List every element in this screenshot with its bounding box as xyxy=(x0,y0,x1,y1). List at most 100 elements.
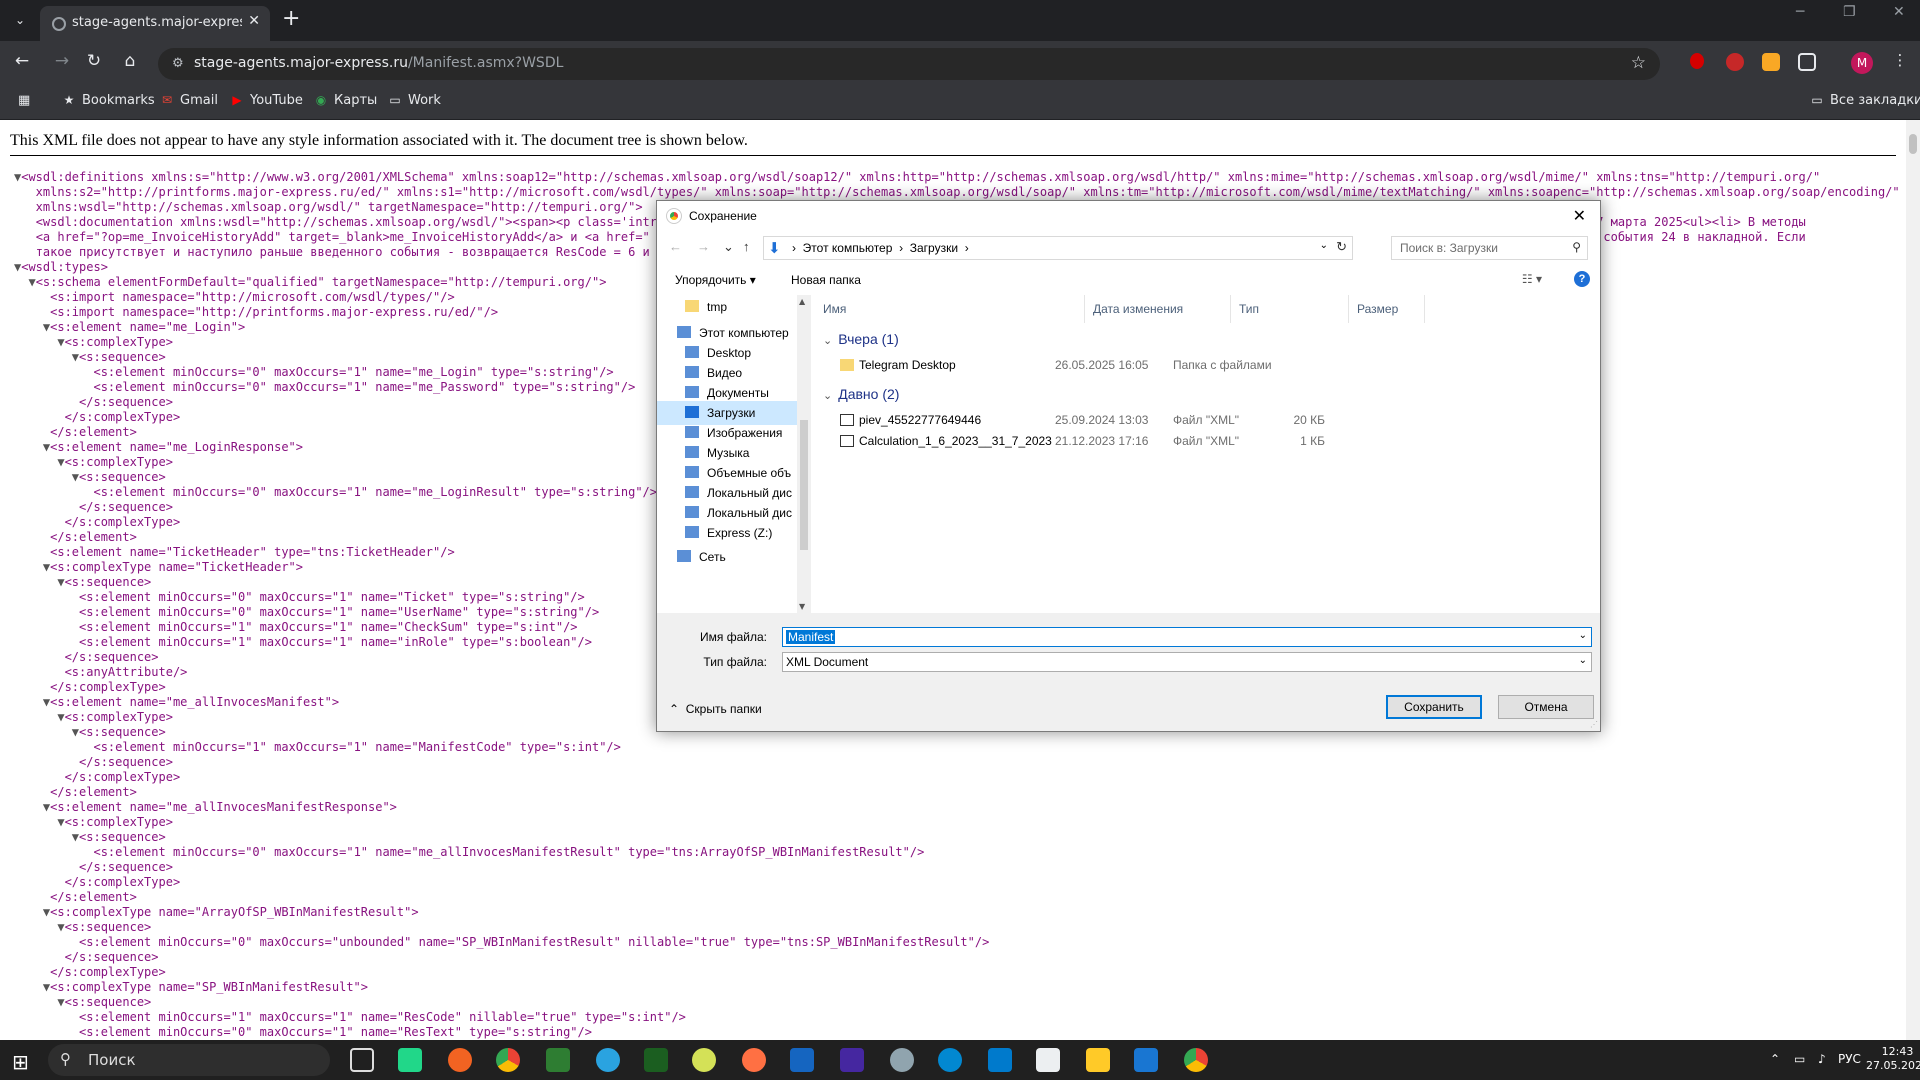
collapse-toggle-icon[interactable]: ▼ xyxy=(14,815,64,829)
telegram-icon[interactable] xyxy=(596,1048,620,1072)
forward-icon[interactable]: → xyxy=(50,51,74,71)
dialog-search-input[interactable]: Поиск в: Загрузки ⚲ xyxy=(1391,236,1588,260)
minimize-icon[interactable]: ─ xyxy=(1796,4,1804,20)
collapse-toggle-icon[interactable]: ▼ xyxy=(14,575,64,589)
collapse-toggle-icon[interactable]: ▼ xyxy=(14,800,50,814)
bookmark-bookmarks[interactable]: ★ Bookmarks xyxy=(62,93,155,108)
collapse-toggle-icon[interactable]: ▼ xyxy=(14,470,79,484)
page-scrollbar[interactable] xyxy=(1906,120,1920,1040)
apps-grid-icon[interactable]: ▦ xyxy=(18,93,30,108)
file-row[interactable]: Telegram Desktop 26.05.2025 16:05 Папка с … xyxy=(815,355,1600,375)
app-window-icon[interactable] xyxy=(1134,1048,1158,1072)
group-chevron-icon[interactable]: ⌄ xyxy=(823,335,832,347)
notepadpp-icon[interactable] xyxy=(546,1048,570,1072)
collapse-toggle-icon[interactable]: ▼ xyxy=(14,830,79,844)
chrome-2-icon[interactable] xyxy=(1184,1048,1208,1072)
collapse-toggle-icon[interactable]: ▼ xyxy=(14,560,50,574)
restore-icon[interactable]: ❐ xyxy=(1843,4,1856,20)
bookmark-youtube[interactable]: ▶ YouTube xyxy=(230,93,303,108)
filename-input[interactable]: Manifest ⌄ xyxy=(782,627,1592,647)
file-row[interactable]: Calculation_1_6_2023__31_7_2023 21.12.202… xyxy=(815,431,1600,451)
address-bar[interactable]: ⚙ stage-agents.major-express.ru/Manifest… xyxy=(158,48,1660,80)
taskbar-clock[interactable]: 12:4327.05.2025 xyxy=(1866,1045,1920,1073)
collapse-toggle-icon[interactable]: ▼ xyxy=(14,455,64,469)
new-tab-button[interactable]: + xyxy=(282,6,300,32)
column-size[interactable]: Размер xyxy=(1349,295,1425,323)
network-tray-icon[interactable]: ▭ xyxy=(1794,1052,1805,1066)
app-yellow-icon[interactable] xyxy=(692,1048,716,1072)
pycharm-icon[interactable] xyxy=(398,1048,422,1072)
bookmark-maps[interactable]: ◉ Карты xyxy=(314,93,378,108)
dp-app-icon[interactable] xyxy=(840,1048,864,1072)
collapse-toggle-icon[interactable]: ▼ xyxy=(14,320,50,334)
breadcrumb-downloads[interactable]: Загрузки xyxy=(910,241,958,255)
save-button[interactable]: Сохранить xyxy=(1386,695,1482,719)
adblock-icon[interactable] xyxy=(1726,53,1744,71)
nav-item[interactable]: Сеть xyxy=(657,545,797,569)
breadcrumb-dropdown-icon[interactable]: ⌄ xyxy=(1320,240,1328,251)
back-icon[interactable]: ← xyxy=(10,51,34,71)
column-type[interactable]: Тип xyxy=(1231,295,1349,323)
scroll-thumb[interactable] xyxy=(1909,134,1917,154)
collapse-toggle-icon[interactable]: ▼ xyxy=(14,440,50,454)
extension-yellow-icon[interactable] xyxy=(1762,53,1780,71)
group-chevron-icon[interactable]: ⌄ xyxy=(823,390,832,402)
dialog-titlebar[interactable]: Сохранение ✕ xyxy=(657,201,1600,231)
refresh-icon[interactable]: ↻ xyxy=(1336,239,1347,255)
file-group-header[interactable]: ⌄ Вчера (1) xyxy=(823,331,899,347)
postman-icon[interactable] xyxy=(448,1048,472,1072)
dialog-close-icon[interactable]: ✕ xyxy=(1573,206,1586,226)
collapse-toggle-icon[interactable]: ▼ xyxy=(14,695,50,709)
github-icon[interactable] xyxy=(890,1048,914,1072)
vscode-icon[interactable] xyxy=(988,1048,1012,1072)
collapse-toggle-icon[interactable]: ▼ xyxy=(14,275,35,289)
collapse-toggle-icon[interactable]: ▼ xyxy=(14,995,64,1009)
snipping-icon[interactable] xyxy=(644,1048,668,1072)
tab-active[interactable]: stage-agents.major-express.ru/ ✕ xyxy=(40,6,270,41)
bookmark-star-icon[interactable]: ☆ xyxy=(1631,53,1646,73)
tray-chevron-icon[interactable]: ⌃ xyxy=(1770,1052,1780,1066)
collapse-toggle-icon[interactable]: ▼ xyxy=(14,920,64,934)
home-icon[interactable]: ⌂ xyxy=(118,51,142,71)
store-icon[interactable] xyxy=(790,1048,814,1072)
scroll-up-icon[interactable]: ▲ xyxy=(799,297,805,306)
collapse-toggle-icon[interactable]: ▼ xyxy=(14,710,64,724)
dialog-recent-chevron-icon[interactable]: ⌄ xyxy=(723,239,734,255)
app-blue-icon[interactable] xyxy=(938,1048,962,1072)
sticky-icon[interactable] xyxy=(1086,1048,1110,1072)
windows-start-icon[interactable]: ⊞ xyxy=(12,1050,29,1074)
chrome-taskbar-icon[interactable] xyxy=(496,1048,520,1072)
window-close-icon[interactable]: ✕ xyxy=(1893,4,1905,20)
extension-red-icon[interactable] xyxy=(1690,53,1704,69)
column-name[interactable]: Имя xyxy=(815,295,1085,323)
resize-grip-icon[interactable]: ⋰ xyxy=(1590,720,1598,729)
volume-icon[interactable]: ♪ xyxy=(1818,1052,1826,1066)
hide-folders-button[interactable]: ⌃ Скрыть папки xyxy=(669,702,762,716)
filetype-select[interactable]: XML Document ⌄ xyxy=(782,652,1592,672)
notepad-icon[interactable] xyxy=(1036,1048,1060,1072)
organize-button[interactable]: Упорядочить ▾ xyxy=(675,273,756,287)
new-folder-button[interactable]: Новая папка xyxy=(791,273,861,287)
nav-item[interactable]: Express (Z:) xyxy=(657,521,797,545)
profile-avatar[interactable]: M xyxy=(1851,52,1873,74)
extensions-puzzle-icon[interactable] xyxy=(1798,53,1816,71)
tab-search-chevron-icon[interactable]: ⌄ xyxy=(8,8,32,32)
collapse-toggle-icon[interactable]: ▼ xyxy=(14,980,50,994)
cancel-button[interactable]: Отмена xyxy=(1498,695,1594,719)
dialog-forward-icon[interactable]: → xyxy=(697,239,710,254)
task-view-icon[interactable] xyxy=(350,1048,374,1072)
dialog-breadcrumb[interactable]: ⬇ › Этот компьютер › Загрузки › ⌄ ↻ xyxy=(763,236,1353,260)
scroll-down-icon[interactable]: ▼ xyxy=(799,602,805,611)
firefox-icon[interactable] xyxy=(742,1048,766,1072)
bookmark-work[interactable]: ▭ Work xyxy=(388,93,441,108)
taskbar-search[interactable]: ⚲ Поиск xyxy=(48,1044,330,1076)
bookmark-gmail[interactable]: ✉ Gmail xyxy=(160,93,218,108)
dialog-back-icon[interactable]: ← xyxy=(669,239,682,254)
dialog-up-icon[interactable]: ↑ xyxy=(743,239,750,254)
all-bookmarks[interactable]: ▭ Все закладки xyxy=(1810,93,1920,108)
reload-icon[interactable]: ↻ xyxy=(82,51,106,71)
site-info-icon[interactable]: ⚙ xyxy=(172,56,184,71)
breadcrumb-this-pc[interactable]: Этот компьютер xyxy=(803,241,893,255)
tab-close-icon[interactable]: ✕ xyxy=(248,13,260,29)
language-indicator[interactable]: РУС xyxy=(1838,1052,1861,1066)
